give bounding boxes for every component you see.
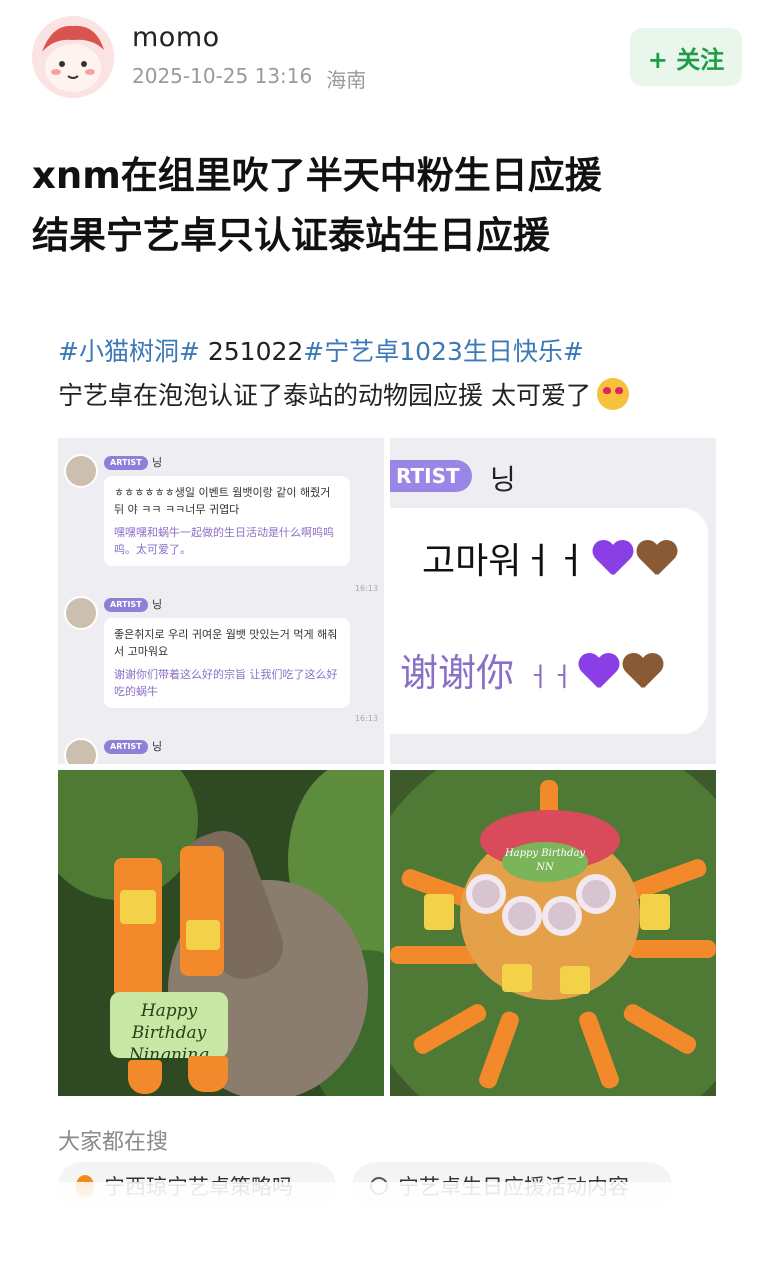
chat-message: ARTIST 닝 ㅎㅎㅎㅎㅎㅎ생일 이벤트 웜뱃이랑 같이 해줬거뒤 야 ㅋㅋ … xyxy=(64,454,378,604)
carrot-skewer xyxy=(180,846,224,976)
avatar xyxy=(64,596,98,630)
follow-label: + 关注 xyxy=(647,45,725,74)
corn-piece xyxy=(186,920,220,950)
follow-button[interactable]: + 关注 xyxy=(630,28,742,86)
artist-badge: ARTIST xyxy=(104,598,148,612)
artist-badge: RTIST xyxy=(390,460,472,492)
message-korean: 고마워ㅓㅓ xyxy=(422,532,676,584)
message-translation: 嘿嘿嘿和蜗牛一起做的生日活动是什么啊呜呜呜。太可爱了。 xyxy=(114,526,334,556)
dragonfruit-flower xyxy=(542,896,582,936)
chat-message: ARTIST 닝 xyxy=(64,738,378,764)
avatar[interactable] xyxy=(32,16,114,98)
dragonfruit-flower xyxy=(466,874,506,914)
avatar xyxy=(64,454,98,488)
message-translation-text: 谢谢你 xyxy=(400,651,515,695)
title-line: 结果宁艺卓只认证泰站生日应援 xyxy=(32,214,550,257)
message-korean: ㅎㅎㅎㅎㅎㅎ생일 이벤트 웜뱃이랑 같이 해줬거뒤 야 ㅋㅋ ㅋㅋ너무 귀엽다 xyxy=(114,486,331,516)
post-meta: 2025-10-25 13:16 海南 xyxy=(132,64,366,93)
post-text: 宁艺卓在泡泡认证了泰站的动物园应援 太可爱了 xyxy=(58,381,591,410)
sloth-photo[interactable]: Happy Birthday Ningning xyxy=(58,770,384,1096)
birthday-sign: Happy Birthday Ningning xyxy=(110,992,228,1065)
avatar xyxy=(64,738,98,764)
corn-piece xyxy=(502,964,532,992)
brown-heart-icon xyxy=(622,654,662,690)
chat-nick: 닝 xyxy=(152,740,163,753)
message-translation: 谢谢你们带着这么好的宗旨 让我们吃了这么好吃的蜗牛 xyxy=(114,668,338,698)
corn-piece xyxy=(640,894,670,930)
chat-screenshot-image[interactable]: ARTIST 닝 ㅎㅎㅎㅎㅎㅎ생일 이벤트 웜뱃이랑 같이 해줬거뒤 야 ㅋㅋ … xyxy=(58,438,384,764)
message-suffix: ㅓㅓ xyxy=(526,663,574,693)
sign-line: NN xyxy=(536,862,554,873)
corn-piece xyxy=(424,894,454,930)
chat-bubble: 좋은취지로 우리 귀여운 웜뱃 맛있는거 먹게 해줘서 고마워요 谢谢你们带着这… xyxy=(104,618,350,708)
avatar-illustration xyxy=(32,16,114,98)
post-location: 海南 xyxy=(326,68,367,92)
title-line: xnm在组里吹了半天中粉生日应援 xyxy=(32,154,602,197)
chat-nick: 닝 xyxy=(152,598,163,611)
sign-line: Happy Birthday xyxy=(504,848,586,859)
chat-message: ARTIST 닝 좋은취지로 우리 귀여운 웜뱃 맛있는거 먹게 해줘서 고마워… xyxy=(64,596,378,736)
sign-line: Happy Birthday xyxy=(131,1001,207,1043)
post-title: xnm在组里吹了半天中粉生日应援 结果宁艺卓只认证泰站生日应援 xyxy=(32,146,742,266)
message-translation: 谢谢你 ㅓㅓ xyxy=(400,642,662,697)
corn-piece xyxy=(560,966,590,994)
chat-bubble: ㅎㅎㅎㅎㅎㅎ생일 이벤트 웜뱃이랑 같이 해줬거뒤 야 ㅋㅋ ㅋㅋ너무 귀엽다 … xyxy=(104,476,350,566)
carrot-piece xyxy=(188,1056,228,1092)
chat-nick: 닝 xyxy=(152,456,163,469)
dragonfruit-flower xyxy=(576,874,616,914)
carrot-piece xyxy=(128,1060,162,1094)
artist-badge: ARTIST xyxy=(104,456,148,470)
bottom-fade xyxy=(0,1182,771,1280)
dragonfruit-flower xyxy=(502,896,542,936)
corn-piece xyxy=(120,890,156,924)
search-heading: 大家都在搜 xyxy=(58,1130,169,1155)
image-grid: ARTIST 닝 ㅎㅎㅎㅎㅎㅎ생일 이벤트 웜뱃이랑 같이 해줬거뒤 야 ㅋㅋ … xyxy=(58,438,716,1098)
purple-heart-icon xyxy=(578,654,618,690)
message-time: 16:13 xyxy=(354,714,378,723)
chat-bubble: 고마워ㅓㅓ 谢谢你 ㅓㅓ xyxy=(390,508,708,734)
author-name[interactable]: momo xyxy=(132,22,220,53)
message-korean: 좋은취지로 우리 귀여운 웜뱃 맛있는거 먹게 해줘서 고마워요 xyxy=(114,628,338,658)
hashtag-link[interactable]: #小猫树洞# xyxy=(58,337,200,366)
date-code: 251022 xyxy=(207,337,304,366)
birthday-sign: Happy Birthday NN xyxy=(502,842,588,882)
message-time: 16:13 xyxy=(354,584,378,593)
post-time: 2025-10-25 13:16 xyxy=(132,64,313,88)
chat-zoom-image[interactable]: RTIST 닝 고마워ㅓㅓ 谢谢你 ㅓㅓ xyxy=(390,438,716,764)
chat-nick: 닝 xyxy=(490,463,516,496)
message-korean-text: 고마워ㅓㅓ xyxy=(422,541,588,582)
hashtag-link[interactable]: #宁艺卓1023生日快乐# xyxy=(303,337,584,366)
post-body: #小猫树洞# 251022#宁艺卓1023生日快乐# 宁艺卓在泡泡认证了泰站的动… xyxy=(58,330,728,418)
carrot-stick xyxy=(628,940,716,958)
purple-heart-icon xyxy=(592,541,632,577)
carrot-skewer xyxy=(114,858,162,998)
artist-badge: ARTIST xyxy=(104,740,148,754)
birthday-cake-photo[interactable]: Happy Birthday NN xyxy=(390,770,716,1096)
heart-eyes-cat-icon xyxy=(596,378,629,410)
brown-heart-icon xyxy=(636,541,676,577)
